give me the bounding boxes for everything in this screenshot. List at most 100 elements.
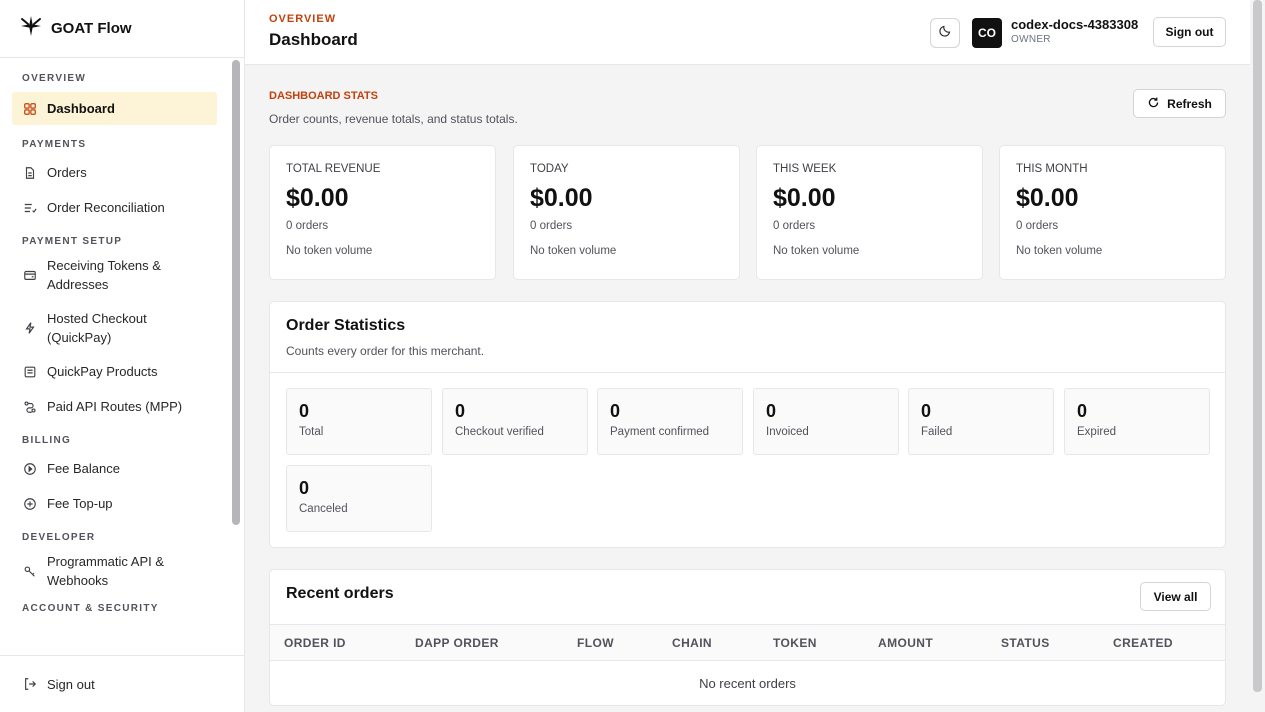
sidebar-item-label: Paid API Routes (MPP) bbox=[47, 399, 183, 414]
sidebar-nav: OVERVIEW Dashboard PAYMENTS Orders Order… bbox=[0, 59, 230, 655]
stat-card-this-month: THIS MONTH $0.00 0 orders No token volum… bbox=[999, 145, 1226, 280]
sidebar-item-paid-api-routes[interactable]: Paid API Routes (MPP) bbox=[12, 390, 217, 423]
moon-icon bbox=[938, 24, 952, 42]
theme-toggle-button[interactable] bbox=[930, 18, 960, 48]
order-stat-label: Invoiced bbox=[766, 426, 809, 438]
app-name: GOAT Flow bbox=[51, 20, 132, 37]
order-stat-failed: 0 Failed bbox=[908, 388, 1054, 455]
receipt-icon bbox=[22, 364, 38, 380]
stat-label: TODAY bbox=[530, 163, 569, 175]
avatar[interactable]: CO bbox=[972, 18, 1002, 48]
sidebar-item-hosted-checkout[interactable]: Hosted Checkout (QuickPay) bbox=[12, 308, 217, 348]
table-header: ORDER ID DAPP ORDER FLOW CHAIN TOKEN AMO… bbox=[270, 624, 1225, 661]
column-header-flow[interactable]: FLOW bbox=[577, 636, 614, 650]
stats-description: Order counts, revenue totals, and status… bbox=[269, 112, 518, 126]
recent-orders-title: Recent orders bbox=[286, 585, 394, 602]
sign-out-button[interactable]: Sign out bbox=[1153, 17, 1226, 47]
play-circle-icon bbox=[22, 461, 38, 477]
list-check-icon bbox=[22, 200, 38, 216]
stat-orders: 0 orders bbox=[286, 220, 329, 232]
order-statistics-title: Order Statistics bbox=[286, 317, 406, 334]
sign-out-icon bbox=[22, 676, 38, 692]
column-header-created[interactable]: CREATED bbox=[1113, 636, 1173, 650]
column-header-token[interactable]: TOKEN bbox=[773, 636, 817, 650]
stat-label: THIS MONTH bbox=[1016, 163, 1088, 175]
refresh-label: Refresh bbox=[1167, 96, 1212, 111]
refresh-button[interactable]: Refresh bbox=[1133, 89, 1226, 118]
sidebar-section-payments: PAYMENTS bbox=[22, 139, 87, 150]
stat-label: THIS WEEK bbox=[773, 163, 837, 175]
order-stat-value: 0 bbox=[299, 478, 310, 498]
stat-value: $0.00 bbox=[773, 184, 836, 212]
view-all-button[interactable]: View all bbox=[1140, 582, 1211, 611]
route-icon bbox=[22, 399, 38, 415]
column-header-status[interactable]: STATUS bbox=[1001, 636, 1050, 650]
sidebar-item-label: Fee Balance bbox=[47, 461, 120, 476]
sidebar-item-fee-balance[interactable]: Fee Balance bbox=[12, 452, 217, 485]
order-stat-value: 0 bbox=[1077, 401, 1088, 421]
stat-token-volume: No token volume bbox=[773, 245, 860, 257]
sidebar-item-label: Orders bbox=[47, 165, 87, 180]
column-header-chain[interactable]: CHAIN bbox=[672, 636, 712, 650]
empty-state: No recent orders bbox=[699, 676, 796, 691]
sidebar-item-receiving-tokens[interactable]: Receiving Tokens & Addresses bbox=[12, 255, 217, 295]
stat-card-total-revenue: TOTAL REVENUE $0.00 0 orders No token vo… bbox=[269, 145, 496, 280]
wallet-icon bbox=[22, 267, 38, 283]
sidebar-item-order-reconciliation[interactable]: Order Reconciliation bbox=[12, 191, 217, 224]
order-stat-label: Failed bbox=[921, 426, 953, 438]
column-header-amount[interactable]: AMOUNT bbox=[878, 636, 933, 650]
column-header-order-id[interactable]: ORDER ID bbox=[284, 636, 346, 650]
stat-card-today: TODAY $0.00 0 orders No token volume bbox=[513, 145, 740, 280]
order-stat-value: 0 bbox=[921, 401, 932, 421]
order-stat-label: Total bbox=[299, 426, 324, 438]
sidebar-item-orders[interactable]: Orders bbox=[12, 156, 217, 189]
sidebar-section-overview: OVERVIEW bbox=[22, 73, 87, 84]
stat-label: TOTAL REVENUE bbox=[286, 163, 381, 175]
sidebar-item-label: Receiving Tokens & Addresses bbox=[47, 258, 161, 292]
stat-value: $0.00 bbox=[1016, 184, 1079, 212]
order-stat-expired: 0 Expired bbox=[1064, 388, 1210, 455]
stat-card-this-week: THIS WEEK $0.00 0 orders No token volume bbox=[756, 145, 983, 280]
sidebar-item-quickpay-products[interactable]: QuickPay Products bbox=[12, 355, 217, 388]
order-stat-label: Canceled bbox=[299, 503, 348, 515]
sidebar-item-label: Hosted Checkout (QuickPay) bbox=[47, 311, 147, 345]
stat-orders: 0 orders bbox=[530, 220, 573, 232]
grid-icon bbox=[22, 101, 38, 117]
sidebar-scrollbar[interactable] bbox=[232, 60, 240, 525]
sidebar-item-dashboard[interactable]: Dashboard bbox=[12, 92, 217, 125]
goat-logo-icon bbox=[19, 14, 43, 43]
sidebar-section-account-security: ACCOUNT & SECURITY bbox=[22, 603, 159, 614]
column-header-dapp-order[interactable]: DAPP ORDER bbox=[415, 636, 499, 650]
page-scrollbar[interactable] bbox=[1253, 0, 1262, 692]
key-icon bbox=[22, 563, 38, 579]
order-statistics-panel: Order Statistics Counts every order for … bbox=[269, 301, 1226, 548]
stat-orders: 0 orders bbox=[1016, 220, 1059, 232]
sidebar-item-programmatic-api[interactable]: Programmatic API & Webhooks bbox=[12, 551, 217, 591]
order-stat-total: 0 Total bbox=[286, 388, 432, 455]
user-name: codex-docs-4383308 bbox=[1011, 17, 1139, 32]
sidebar-item-label: QuickPay Products bbox=[47, 364, 158, 379]
page-title: Dashboard bbox=[269, 30, 358, 49]
order-stat-value: 0 bbox=[455, 401, 466, 421]
topbar: OVERVIEW Dashboard CO codex-docs-4383308… bbox=[245, 0, 1250, 65]
brand[interactable]: GOAT Flow bbox=[0, 0, 244, 58]
stat-value: $0.00 bbox=[530, 184, 593, 212]
stat-token-volume: No token volume bbox=[286, 245, 373, 257]
sidebar-item-label: Programmatic API & Webhooks bbox=[47, 554, 165, 588]
sidebar-item-label: Dashboard bbox=[47, 101, 115, 116]
refresh-icon bbox=[1147, 96, 1160, 112]
order-stat-label: Checkout verified bbox=[455, 426, 544, 438]
stat-token-volume: No token volume bbox=[530, 245, 617, 257]
recent-orders-panel: Recent orders View all ORDER ID DAPP ORD… bbox=[269, 569, 1226, 706]
order-stat-checkout-verified: 0 Checkout verified bbox=[442, 388, 588, 455]
sidebar-item-fee-topup[interactable]: Fee Top-up bbox=[12, 487, 217, 520]
order-statistics-description: Counts every order for this merchant. bbox=[286, 344, 485, 358]
divider bbox=[270, 372, 1225, 373]
sidebar-sign-out[interactable]: Sign out bbox=[12, 673, 217, 695]
stats-eyebrow: DASHBOARD STATS bbox=[269, 90, 378, 102]
breadcrumb: OVERVIEW bbox=[269, 13, 337, 25]
order-stat-value: 0 bbox=[610, 401, 621, 421]
user-role: OWNER bbox=[1011, 34, 1051, 45]
order-stat-payment-confirmed: 0 Payment confirmed bbox=[597, 388, 743, 455]
lightning-icon bbox=[22, 320, 38, 336]
